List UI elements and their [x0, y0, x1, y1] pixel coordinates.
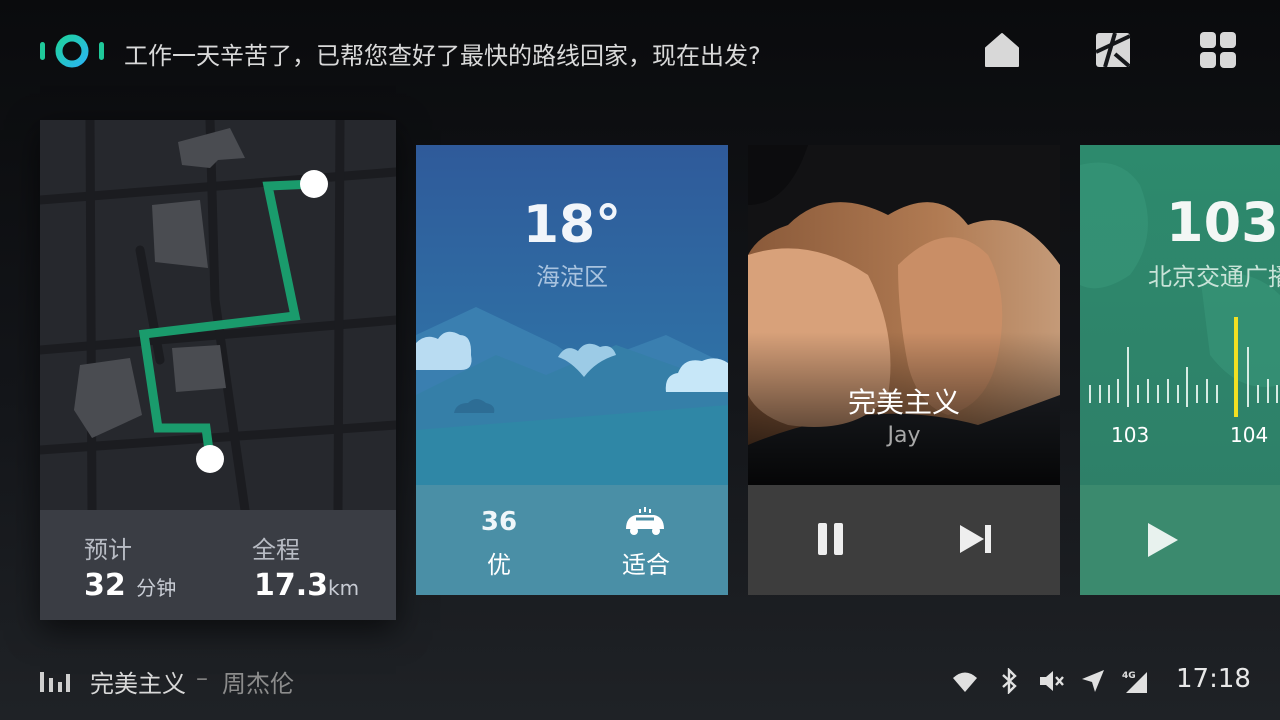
apps-grid-icon[interactable]	[1198, 30, 1238, 70]
assistant-icon[interactable]	[38, 32, 106, 70]
radio-frequency: 103.9	[1166, 191, 1280, 254]
music-controls	[748, 485, 1060, 595]
eta-label: 预计	[84, 536, 132, 564]
car-wash-icon	[626, 507, 664, 535]
weather-details: 36 优 适合	[416, 485, 728, 595]
now-playing-title: 完美主义	[90, 670, 186, 698]
assistant-greeting: 工作一天辛苦了，已帮您查好了最快的路线回家，现在出发?	[124, 42, 761, 70]
next-track-button[interactable]	[960, 525, 992, 553]
now-playing-artist: 周杰伦	[222, 670, 294, 698]
distance-unit: km	[328, 576, 360, 600]
play-button[interactable]	[1148, 523, 1178, 557]
eta-unit: 分钟	[136, 576, 177, 600]
route-map[interactable]	[40, 120, 396, 510]
home-icon[interactable]	[982, 30, 1022, 70]
scale-label-103: 103	[1111, 423, 1150, 447]
now-playing-separator: –	[196, 664, 208, 692]
weather-card[interactable]: 18° 海淀区 36 优 适合	[416, 145, 728, 595]
radio-station: 北京交通广播	[1148, 263, 1280, 291]
eta-number: 32	[84, 568, 126, 603]
car-wash-label: 适合	[622, 551, 670, 579]
weather-illustration	[416, 307, 728, 485]
wifi-icon	[953, 672, 977, 692]
radio-card[interactable]: 103.9 北京交通广播 103 104	[1080, 145, 1280, 595]
clock: 17:18	[1176, 664, 1251, 694]
music-card[interactable]: 完美主义 Jay	[748, 145, 1060, 595]
weather-location: 海淀区	[536, 263, 608, 291]
equalizer-icon	[40, 672, 70, 692]
frequency-scale[interactable]	[1080, 315, 1280, 435]
song-artist: Jay	[887, 423, 921, 448]
navigation-card[interactable]: 预计 32 分钟 全程 17.3km	[40, 120, 396, 620]
map-icon[interactable]	[1093, 30, 1133, 70]
scale-label-104: 104	[1230, 423, 1269, 447]
song-title: 完美主义	[847, 386, 960, 419]
eta-value: 32 分钟	[84, 568, 176, 603]
route-summary: 预计 32 分钟 全程 17.3km	[40, 510, 396, 620]
mute-icon	[1040, 671, 1064, 691]
location-icon	[1082, 670, 1104, 692]
air-quality-value: 36	[480, 507, 518, 537]
distance-number: 17.3	[254, 568, 329, 603]
top-bar: 工作一天辛苦了，已帮您查好了最快的路线回家，现在出发?	[0, 0, 1280, 100]
svg-text:4G: 4G	[1122, 671, 1136, 681]
pause-button[interactable]	[818, 523, 844, 555]
air-quality-label: 优	[487, 551, 511, 579]
signal-4g-icon: 4G	[1122, 671, 1147, 693]
distance-label: 全程	[252, 536, 300, 564]
distance-value: 17.3km	[254, 568, 359, 603]
temperature: 18°	[522, 195, 622, 255]
radio-controls	[1080, 485, 1280, 595]
bluetooth-icon	[1002, 668, 1017, 694]
